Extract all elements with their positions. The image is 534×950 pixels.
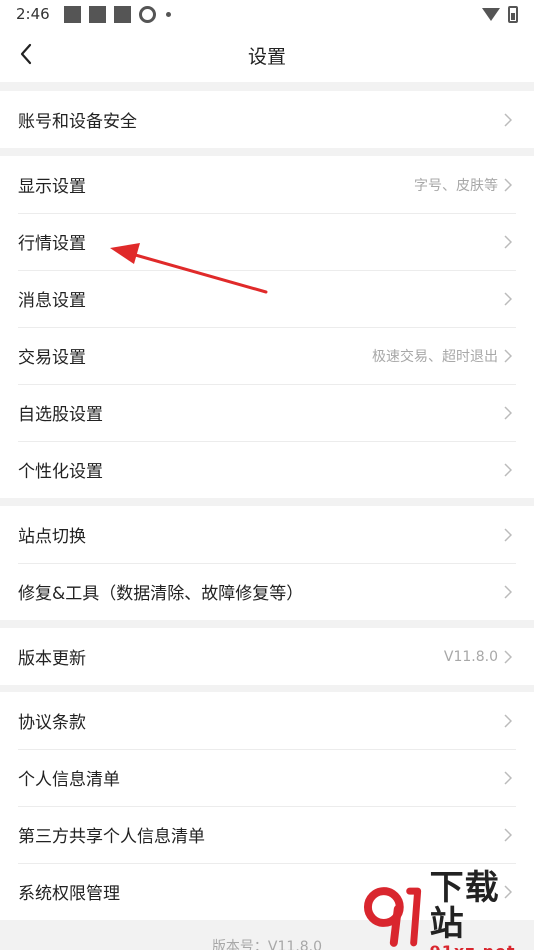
row-label: 版本更新 (18, 649, 86, 669)
row-value: 极速交易、超时退出 (372, 348, 498, 365)
settings-row-display[interactable]: 显示设置 字号、皮肤等 (0, 156, 534, 213)
settings-row-site-switch[interactable]: 站点切换 (0, 506, 534, 563)
watermark-logo-icon (363, 887, 422, 947)
row-label: 站点切换 (18, 527, 86, 547)
row-label: 交易设置 (18, 348, 86, 368)
chevron-right-icon (504, 584, 516, 600)
row-value: V11.8.0 (443, 648, 498, 665)
chevron-right-icon (504, 770, 516, 786)
settings-row-trading[interactable]: 交易设置 极速交易、超时退出 (0, 327, 534, 384)
status-bar: 2:46 (0, 0, 534, 28)
page-title: 设置 (247, 45, 286, 68)
row-label: 个人信息清单 (18, 770, 120, 790)
settings-row-repair-tools[interactable]: 修复&工具（数据清除、故障修复等） (0, 563, 534, 620)
settings-row-third-party-sharing[interactable]: 第三方共享个人信息清单 (0, 806, 534, 863)
settings-group-update: 版本更新 V11.8.0 (0, 628, 534, 685)
back-button[interactable] (12, 40, 40, 68)
chevron-right-icon (504, 649, 516, 665)
settings-row-message[interactable]: 消息设置 (0, 270, 534, 327)
chevron-right-icon (504, 177, 516, 193)
more-notifications-icon (165, 11, 171, 17)
row-label: 行情设置 (18, 234, 86, 254)
chevron-right-icon (504, 713, 516, 729)
chevron-right-icon (504, 462, 516, 478)
chevron-right-icon (504, 234, 516, 250)
chevron-right-icon (504, 527, 516, 543)
row-label: 自选股设置 (18, 405, 103, 425)
back-arrow-icon (20, 43, 32, 65)
chevron-right-icon (504, 827, 516, 843)
settings-row-personalization[interactable]: 个性化设置 (0, 441, 534, 498)
row-label: 系统权限管理 (18, 884, 120, 904)
notification-icon (88, 5, 106, 23)
settings-group-tools: 站点切换 修复&工具（数据清除、故障修复等） (0, 506, 534, 620)
app-notification-icon (138, 5, 156, 23)
row-label: 协议条款 (18, 713, 86, 733)
row-label: 显示设置 (18, 177, 86, 197)
settings-group-account: 账号和设备安全 (0, 91, 534, 148)
row-label: 消息设置 (18, 291, 86, 311)
status-time: 2:46 (16, 5, 50, 23)
watermark: 下载站 91xz.net (358, 870, 534, 950)
notification-icon (63, 5, 81, 23)
row-value: 字号、皮肤等 (414, 177, 498, 194)
notification-icon (113, 5, 131, 23)
row-label: 第三方共享个人信息清单 (18, 827, 205, 847)
settings-row-account-security[interactable]: 账号和设备安全 (0, 91, 534, 148)
settings-row-watchlist[interactable]: 自选股设置 (0, 384, 534, 441)
settings-group-preferences: 显示设置 字号、皮肤等 行情设置 消息设置 交易设置 极速交易、超时退出 自选股… (0, 156, 534, 498)
nav-bar: 设置 (0, 28, 534, 82)
chevron-right-icon (504, 348, 516, 364)
settings-row-personal-info-list[interactable]: 个人信息清单 (0, 749, 534, 806)
chevron-right-icon (504, 291, 516, 307)
wifi-icon (482, 7, 500, 21)
watermark-brand: 下载站 (429, 868, 500, 944)
settings-row-market[interactable]: 行情设置 (0, 213, 534, 270)
settings-row-version-update[interactable]: 版本更新 V11.8.0 (0, 628, 534, 685)
watermark-url: 91xz.net (430, 942, 534, 950)
row-label: 账号和设备安全 (18, 112, 137, 132)
row-label: 修复&工具（数据清除、故障修复等） (18, 584, 304, 604)
row-label: 个性化设置 (18, 462, 103, 482)
chevron-right-icon (504, 112, 516, 128)
chevron-right-icon (504, 405, 516, 421)
battery-icon (508, 5, 518, 23)
settings-row-agreements[interactable]: 协议条款 (0, 692, 534, 749)
